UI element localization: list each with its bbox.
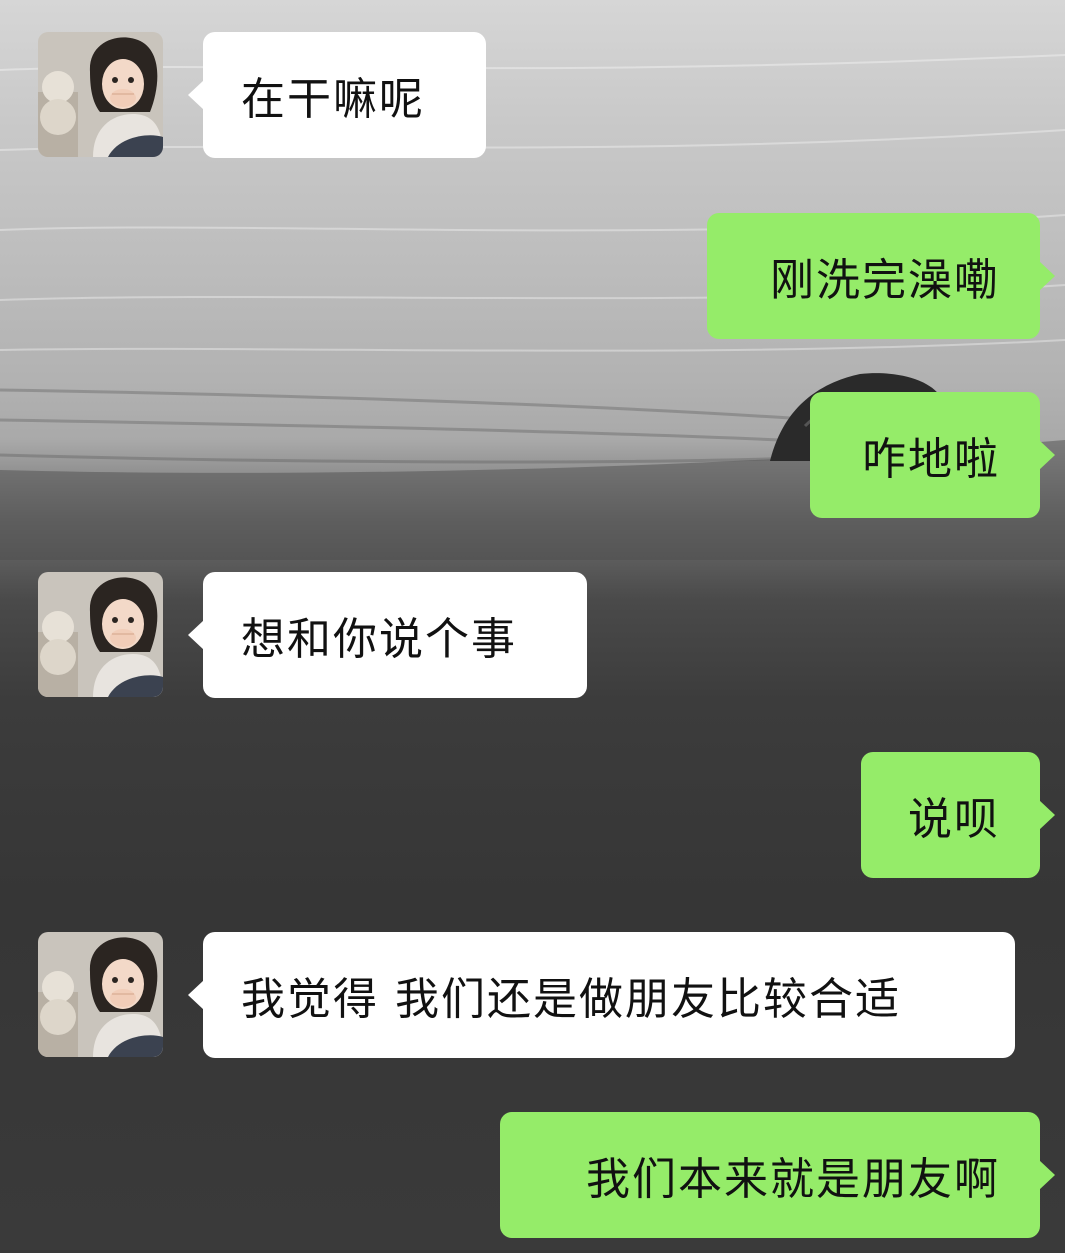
contact-avatar[interactable] (38, 572, 163, 697)
message-bubble-received[interactable]: 在干嘛呢 (188, 32, 486, 158)
contact-avatar[interactable] (38, 32, 163, 157)
message-bubble-received[interactable]: 我觉得 我们还是做朋友比较合适 (188, 932, 1015, 1058)
girl-avatar-icon (38, 32, 163, 157)
message-text: 想和你说个事 (241, 614, 517, 665)
message-text: 我觉得 我们还是做朋友比较合适 (241, 974, 901, 1025)
message-bubble-sent[interactable]: 刚洗完澡嘞 (707, 213, 1055, 339)
contact-avatar[interactable] (38, 932, 163, 1057)
message-bubble-sent[interactable]: 说呗 (861, 752, 1055, 878)
girl-avatar-icon (38, 572, 163, 697)
message-text: 说呗 (908, 794, 1000, 845)
message-text: 咋地啦 (862, 434, 1000, 485)
message-bubble-received[interactable]: 想和你说个事 (188, 572, 587, 698)
message-text: 我们本来就是朋友啊 (586, 1154, 1000, 1205)
message-text: 在干嘛呢 (241, 74, 425, 125)
message-bubble-sent[interactable]: 我们本来就是朋友啊 (500, 1112, 1055, 1238)
girl-avatar-icon (38, 932, 163, 1057)
message-text: 刚洗完澡嘞 (770, 255, 1000, 306)
message-bubble-sent[interactable]: 咋地啦 (810, 392, 1055, 518)
